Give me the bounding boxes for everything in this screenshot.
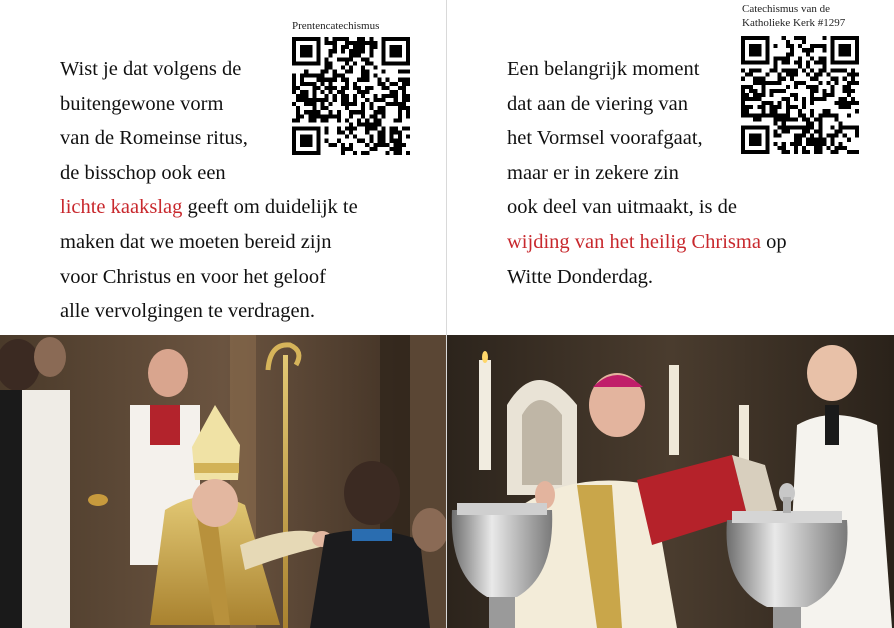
text-line: maar er in zekere zin (507, 161, 679, 184)
highlighted-phrase: wijding van het heilig Chrisma (507, 230, 761, 253)
text-line: het Vormsel voorafgaat, (507, 127, 703, 150)
text-line: buitengewone vorm (60, 92, 224, 115)
text-line: Witte Donderdag. (507, 265, 654, 288)
left-body-text: Wist je dat volgens de buitengewone vorm… (60, 52, 358, 329)
text-line: voor Christus en voor het geloof (60, 265, 326, 288)
text-line: de bisschop ook een (60, 161, 226, 184)
text-segment: geeft om duidelijk te (182, 196, 358, 219)
text-line: maken dat we moeten bereid zijn (60, 230, 332, 253)
highlighted-phrase: lichte kaakslag (60, 196, 183, 219)
right-qr-caption-line1: Catechismus van de (742, 3, 830, 15)
chrism-blessing-photo (447, 335, 894, 628)
text-line: ook deel van uitmaakt, is de (507, 196, 737, 219)
text-line: Wist je dat volgens de (60, 58, 242, 80)
text-line: van de Romeinse ritus, (60, 127, 248, 150)
bishop-confirmation-photo (0, 335, 446, 628)
text-line: wijding van het heilig Chrisma op (507, 225, 787, 260)
text-line: alle vervolgingen te verdragen. (60, 300, 315, 323)
text-line: Een belangrijk moment (507, 58, 700, 80)
right-body-text: Een belangrijk moment dat aan de viering… (507, 52, 787, 294)
text-line: dat aan de viering van (507, 92, 689, 115)
text-line: lichte kaakslag geeft om duidelijk te (60, 190, 358, 225)
left-qr-caption: Prentencatechismus (292, 20, 380, 32)
text-segment: op (760, 230, 787, 253)
right-qr-caption-line2: Katholieke Kerk #1297 (742, 17, 846, 29)
